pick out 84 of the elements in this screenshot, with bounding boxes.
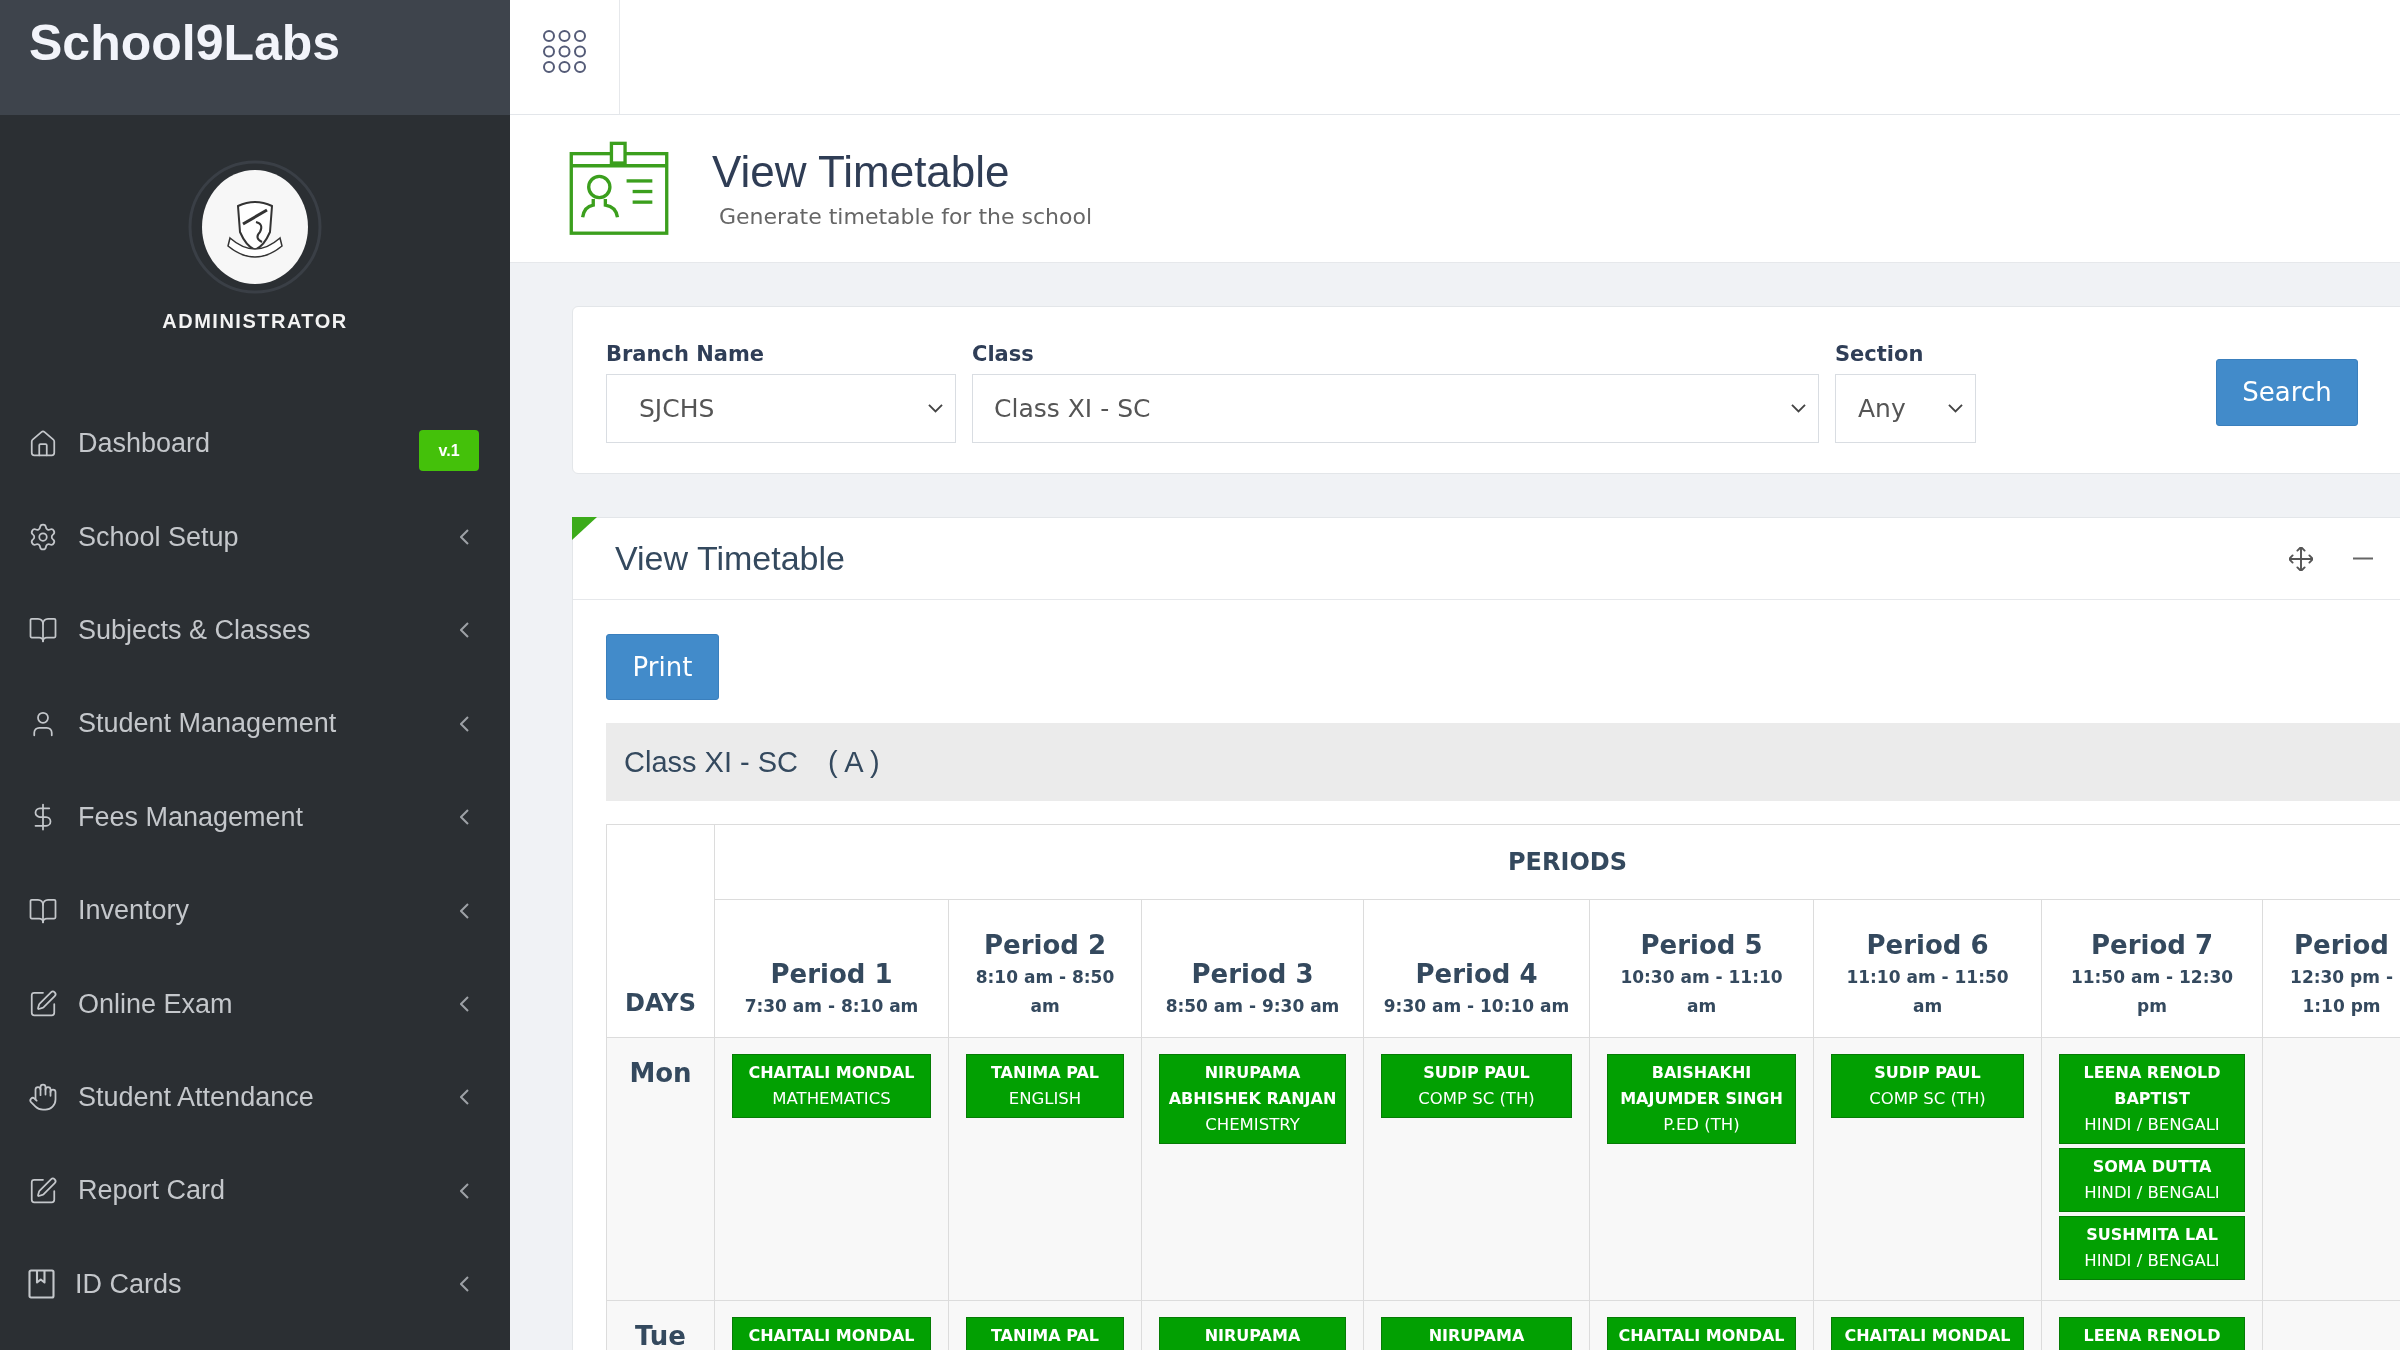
sidebar-item[interactable]: Report Card: [0, 1144, 510, 1238]
subject-name: COMP SC (TH): [1417, 1088, 1536, 1110]
teacher-name: SUDIP PAUL: [1873, 1062, 1982, 1084]
search-button[interactable]: Search: [2216, 358, 2358, 426]
period-time: 11:50 am - 12:30 pm: [2069, 966, 2235, 1018]
period-name: Period 7: [2089, 929, 2214, 962]
chevron-down-icon: [1791, 404, 1806, 413]
period-time: 7:30 am - 8:10 am: [743, 995, 920, 1018]
minus-icon[interactable]: [2353, 557, 2373, 560]
day-cell: Tue: [606, 1300, 715, 1350]
period-name: Period 5: [1639, 929, 1764, 962]
sidebar-item[interactable]: Dashboard v.1: [0, 397, 510, 491]
section-name: ( A ): [828, 745, 880, 779]
apps-grid-icon[interactable]: [543, 29, 586, 73]
pencil-square-icon: [28, 1175, 58, 1206]
chevron-down-icon: [928, 404, 943, 413]
period-name: Period 1: [769, 958, 894, 991]
move-icon[interactable]: [2289, 546, 2313, 571]
sidebar-item[interactable]: Subjects & Classes: [0, 583, 510, 678]
class-name: Class XI - SC: [624, 745, 799, 779]
house-icon: [28, 428, 58, 459]
teacher-name: LEENA RENOLD BAPTIST: [2082, 1062, 2222, 1110]
sidebar-item[interactable]: Online Exam: [0, 957, 510, 1051]
sidebar-item[interactable]: Fees Management: [0, 770, 510, 864]
page-title: View Timetable: [712, 145, 1010, 198]
subject-name: HINDI / BENGALI: [2083, 1250, 2221, 1272]
hand-icon: [28, 1082, 58, 1113]
sidebar-item[interactable]: Student Attendance: [0, 1050, 510, 1145]
subject-name: HINDI / BENGALI: [2083, 1182, 2221, 1204]
teacher-name: LEENA RENOLD: [2082, 1325, 2222, 1347]
sidebar-item[interactable]: Student Management: [0, 677, 510, 771]
id-card-icon: [569, 141, 669, 236]
field-label: Branch Name: [606, 341, 765, 367]
teacher-name: NIRUPAMA: [1203, 1325, 1302, 1347]
sidebar-item[interactable]: Inventory: [0, 863, 510, 958]
subject-name: HINDI / BENGALI: [2083, 1114, 2221, 1136]
select-field[interactable]: SJCHS: [606, 374, 956, 443]
period-name: Period 3: [1190, 958, 1315, 991]
sidebar-item[interactable]: School Setup: [0, 490, 510, 584]
teacher-name: CHAITALI MONDAL: [747, 1062, 916, 1084]
subject-name: COMP SC (TH): [1868, 1088, 1987, 1110]
day-cell: Mon: [606, 1037, 715, 1301]
teacher-name: CHAITALI MONDAL: [1843, 1325, 2012, 1347]
period-name: Period 4: [1414, 958, 1539, 991]
teacher-name: TANIMA PAL: [989, 1325, 1101, 1347]
bookmark-square-icon: [28, 1269, 55, 1300]
print-button[interactable]: Print: [606, 634, 719, 700]
select-field[interactable]: Class XI - SC: [972, 374, 1819, 443]
subject-name: CHEMISTRY: [1204, 1114, 1301, 1136]
teacher-name: CHAITALI MONDAL: [747, 1325, 916, 1347]
page-subtitle: Generate timetable for the school: [719, 202, 1093, 231]
teacher-name: SUSHMITA LAL: [2085, 1224, 2219, 1246]
periods-heading: PERIODS: [714, 824, 2400, 900]
period-time: 8:10 am - 8:50 am: [974, 966, 1116, 1018]
period-time: 9:30 am - 10:10 am: [1382, 995, 1571, 1018]
brand-logo: School9Labs: [29, 14, 341, 72]
field-label: Class: [972, 341, 1034, 367]
chevron-down-icon: [1948, 404, 1963, 413]
sidebar-item[interactable]: ID Cards: [0, 1237, 510, 1331]
subject-name: MATHEMATICS: [771, 1088, 892, 1110]
days-heading: DAYS: [606, 824, 715, 1038]
corner-triangle-icon: [572, 517, 597, 540]
period-time: 8:50 am - 9:30 am: [1164, 995, 1341, 1018]
period-name: Period: [2293, 929, 2390, 962]
teacher-name: NIRUPAMA ABHISHEK RANJAN: [1167, 1062, 1338, 1110]
teacher-name: CHAITALI MONDAL: [1617, 1325, 1786, 1347]
teacher-name: BAISHAKHI MAJUMDER SINGH: [1619, 1062, 1784, 1110]
period-time: 12:30 pm - 1:10 pm: [2289, 966, 2394, 1018]
select-field[interactable]: Any: [1835, 374, 1976, 443]
period-time: 11:10 am - 11:50 am: [1845, 966, 2010, 1018]
panel-title: View Timetable: [615, 539, 845, 578]
teacher-name: TANIMA PAL: [989, 1062, 1101, 1084]
subject-name: ENGLISH: [1007, 1088, 1083, 1110]
teacher-name: SUDIP PAUL: [1422, 1062, 1531, 1084]
field-label: Section: [1835, 341, 1924, 367]
teacher-name: NIRUPAMA: [1427, 1325, 1526, 1347]
period-name: Period 6: [1865, 929, 1990, 962]
version-badge: v.1: [419, 430, 479, 472]
user-role: ADMINISTRATOR: [162, 309, 348, 333]
period-time: 10:30 am - 11:10 am: [1619, 966, 1784, 1018]
subject-name: P.ED (TH): [1662, 1114, 1741, 1136]
period-name: Period 2: [982, 929, 1107, 962]
teacher-name: SOMA DUTTA: [2091, 1156, 2213, 1178]
gear-icon: [28, 522, 58, 553]
